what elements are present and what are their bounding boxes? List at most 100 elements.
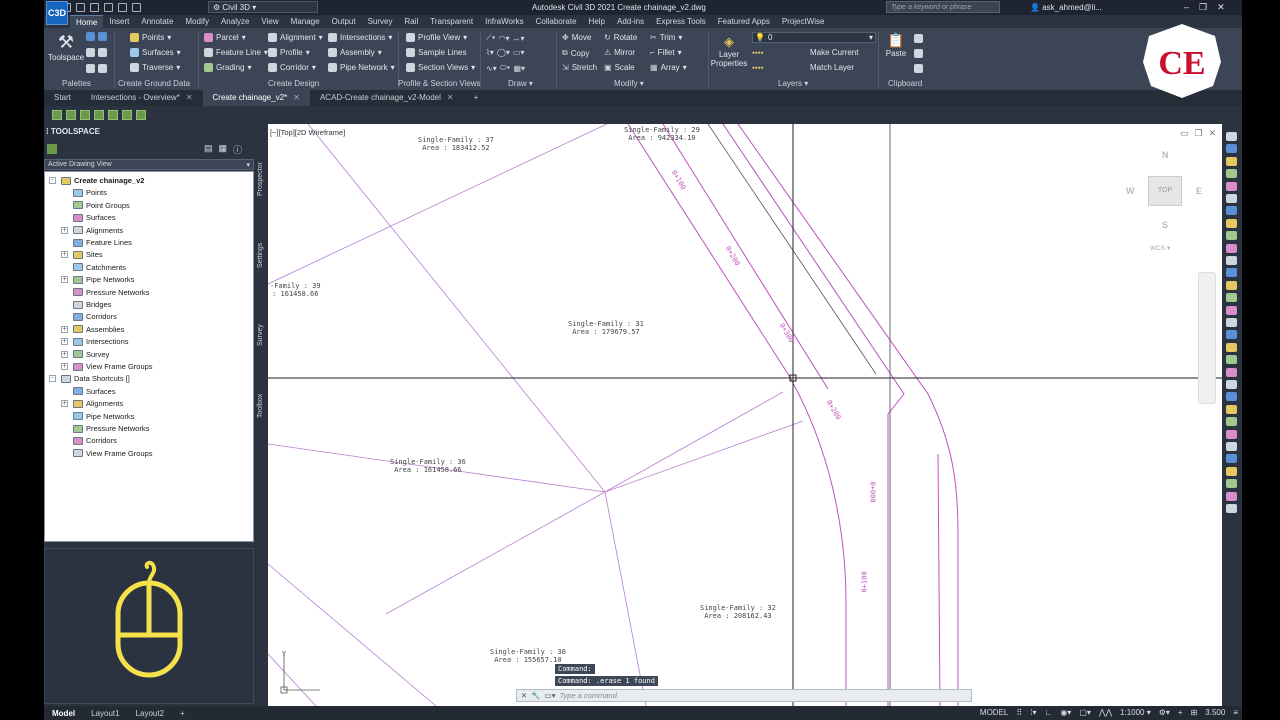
snap-icon[interactable]: ⁞▾ (1030, 708, 1036, 717)
tree-item[interactable]: Corridors (73, 311, 117, 322)
tree-item[interactable]: Points (73, 187, 107, 198)
tree-item[interactable]: Corridors (73, 435, 117, 446)
layout1-tab[interactable]: Layout1 (83, 709, 127, 718)
copy-clip-icon[interactable] (914, 49, 923, 58)
menu-tab-modify[interactable]: Modify (179, 15, 215, 28)
toolspace-button[interactable]: ⚒ Toolspace (48, 32, 84, 62)
tree-item[interactable]: Surfaces (73, 386, 116, 397)
side-tool-icon[interactable] (1226, 442, 1237, 451)
menu-tab-infraworks[interactable]: InfraWorks (479, 15, 530, 28)
menu-tab-home[interactable]: Home (70, 15, 104, 28)
tree-item[interactable]: Bridges (73, 299, 111, 310)
menu-tab-express-tools[interactable]: Express Tools (650, 15, 712, 28)
viewcube[interactable]: N W E S TOP WCS ▾ (1124, 150, 1208, 260)
menu-tab-projectwise[interactable]: ProjectWise (776, 15, 831, 28)
close-tab-icon[interactable]: ✕ (293, 93, 300, 103)
menu-tab-featured-apps[interactable]: Featured Apps (712, 15, 776, 28)
print-icon[interactable] (104, 3, 113, 12)
tool-icon[interactable] (94, 110, 104, 120)
viewport-close-icon[interactable]: ✕ (1209, 128, 1217, 139)
tree-expander-icon[interactable]: + (61, 338, 68, 346)
tree-item[interactable]: Data Shortcuts [] (61, 373, 130, 384)
polar-icon[interactable]: ◉▾ (1060, 708, 1071, 717)
side-tool-icon[interactable] (1226, 380, 1237, 389)
ortho-icon[interactable]: ∟ (1044, 708, 1052, 717)
profile-button[interactable]: Profile ▾ (268, 48, 310, 57)
new-tab-icon[interactable]: + (464, 90, 489, 106)
tool-icon[interactable] (136, 110, 146, 120)
tree-expander-icon[interactable]: + (61, 226, 68, 234)
feature-line-button[interactable]: Feature Line ▾ (204, 48, 268, 57)
properties-icon[interactable] (86, 48, 95, 57)
prospector-icon[interactable] (86, 32, 95, 41)
menu-tab-insert[interactable]: Insert (103, 15, 135, 28)
tree-expander-icon[interactable]: + (61, 276, 68, 284)
side-tool-icon[interactable] (1226, 305, 1237, 315)
misc-draw-tools[interactable]: ∿▾ ⬭▾ ▦▾ (486, 63, 525, 73)
menu-tab-analyze[interactable]: Analyze (215, 15, 255, 28)
customize-icon[interactable]: ≡ (1233, 708, 1238, 717)
shape-tools[interactable]: ⌇▾ ◯▾ ▭▾ (486, 48, 524, 57)
tree-item[interactable]: Pressure Networks (73, 423, 149, 434)
menu-tab-transparent[interactable]: Transparent (424, 15, 479, 28)
minimize-icon[interactable]: – (1184, 2, 1189, 13)
menu-tab-annotate[interactable]: Annotate (135, 15, 179, 28)
side-tool-icon[interactable] (1226, 367, 1237, 377)
make-current-button[interactable]: Make Current (810, 48, 858, 57)
design-center-icon[interactable] (98, 64, 107, 73)
compass-south[interactable]: S (1162, 220, 1168, 230)
undo-icon[interactable] (118, 3, 127, 12)
line-tools[interactable]: ⟋▾ ◠▾ ↔▾ (486, 33, 525, 43)
viewport-minimize-icon[interactable]: ▭ (1180, 128, 1189, 139)
intersections-button[interactable]: Intersections ▾ (328, 33, 392, 42)
match-layer-button[interactable]: Match Layer (810, 63, 854, 72)
profile-view-button[interactable]: Profile View ▾ (406, 33, 467, 42)
tool-icon[interactable] (108, 110, 118, 120)
traverse-button[interactable]: Traverse ▾ (130, 63, 180, 72)
menu-tab-manage[interactable]: Manage (285, 15, 326, 28)
tree-expander-icon[interactable]: + (61, 400, 68, 408)
tree-item[interactable]: Point Groups (73, 200, 130, 211)
close-tab-icon[interactable]: ✕ (447, 93, 454, 103)
command-close-icon[interactable]: ✕ (521, 691, 527, 700)
side-tool-icon[interactable] (1226, 132, 1237, 141)
tree-item[interactable]: Pipe Networks (73, 411, 134, 422)
layer-properties-button[interactable]: ◈ Layer Properties (710, 34, 748, 68)
fillet-button[interactable]: ⌐ Fillet ▾ (650, 48, 682, 57)
tree-expander-icon[interactable]: + (61, 363, 68, 370)
tree-item[interactable]: Intersections (73, 336, 129, 347)
mirror-button[interactable]: ⚠ Mirror (604, 48, 635, 57)
points-button[interactable]: Points ▾ (130, 33, 171, 42)
menu-tab-help[interactable]: Help (583, 15, 611, 28)
tool-palette-icon[interactable] (86, 64, 95, 73)
user-account[interactable]: 👤 ask_ahmed@li... (1030, 3, 1102, 12)
side-tool-icon[interactable] (1226, 392, 1237, 402)
tree-item[interactable]: Pipe Networks (73, 274, 134, 285)
document-tab[interactable]: Intersections - Overview* ✕ (81, 90, 203, 106)
save-icon[interactable] (76, 3, 85, 12)
copy-button[interactable]: ⧉ Copy (562, 48, 589, 58)
annotation-scale[interactable]: 1:1000 ▾ (1120, 708, 1151, 717)
side-tool-icon[interactable] (1226, 169, 1237, 179)
command-line[interactable]: ✕ 🔧 ▭▾ Type a command (516, 689, 972, 702)
tree-item[interactable]: View Frame Groups (73, 448, 153, 459)
vertical-tab-survey[interactable]: Survey (257, 324, 264, 346)
surfaces-button[interactable]: Surfaces ▾ (130, 48, 181, 57)
application-menu-button[interactable]: C3D (46, 1, 68, 25)
model-space-toggle[interactable]: MODEL (980, 708, 1008, 717)
sample-lines-button[interactable]: Sample Lines (406, 48, 466, 57)
restore-icon[interactable]: ❐ (1199, 2, 1207, 13)
side-tool-icon[interactable] (1226, 293, 1237, 303)
paste-button[interactable]: 📋 Paste (882, 32, 910, 58)
array-button[interactable]: ▦ Array ▾ (650, 63, 687, 72)
annotation-icon[interactable]: ⋀⋀ (1099, 708, 1112, 717)
add-layout-icon[interactable]: + (172, 709, 193, 718)
side-tool-icon[interactable] (1226, 355, 1237, 365)
side-tool-icon[interactable] (1226, 504, 1237, 513)
tree-item[interactable]: Create chainage_v2 (61, 175, 144, 186)
grid-icon[interactable]: ⠿ (1016, 708, 1022, 717)
side-tool-icon[interactable] (1226, 256, 1237, 265)
tree-item[interactable]: Assemblies (73, 324, 124, 335)
rotate-button[interactable]: ↻ Rotate (604, 33, 637, 42)
saveas-icon[interactable] (90, 3, 99, 12)
